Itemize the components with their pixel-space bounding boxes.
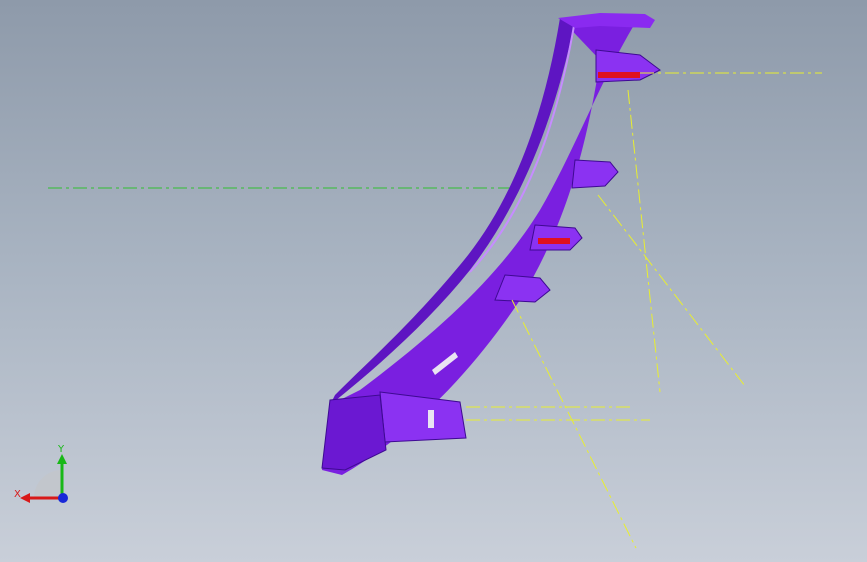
part-body[interactable] <box>321 13 661 475</box>
coordinate-triad: Y X <box>14 444 68 503</box>
part-top-cap <box>558 13 655 28</box>
x-axis-label: X <box>14 489 21 500</box>
y-arrow-icon <box>57 454 67 464</box>
y-axis-label: Y <box>57 444 65 455</box>
white-slot <box>428 410 434 428</box>
centerlines <box>466 72 822 549</box>
graphics-viewport[interactable]: Y X <box>0 0 867 562</box>
z-axis-icon <box>58 493 68 503</box>
triad-plane-icon <box>34 470 62 498</box>
x-arrow-icon <box>20 493 30 503</box>
cad-scene[interactable] <box>0 0 867 562</box>
